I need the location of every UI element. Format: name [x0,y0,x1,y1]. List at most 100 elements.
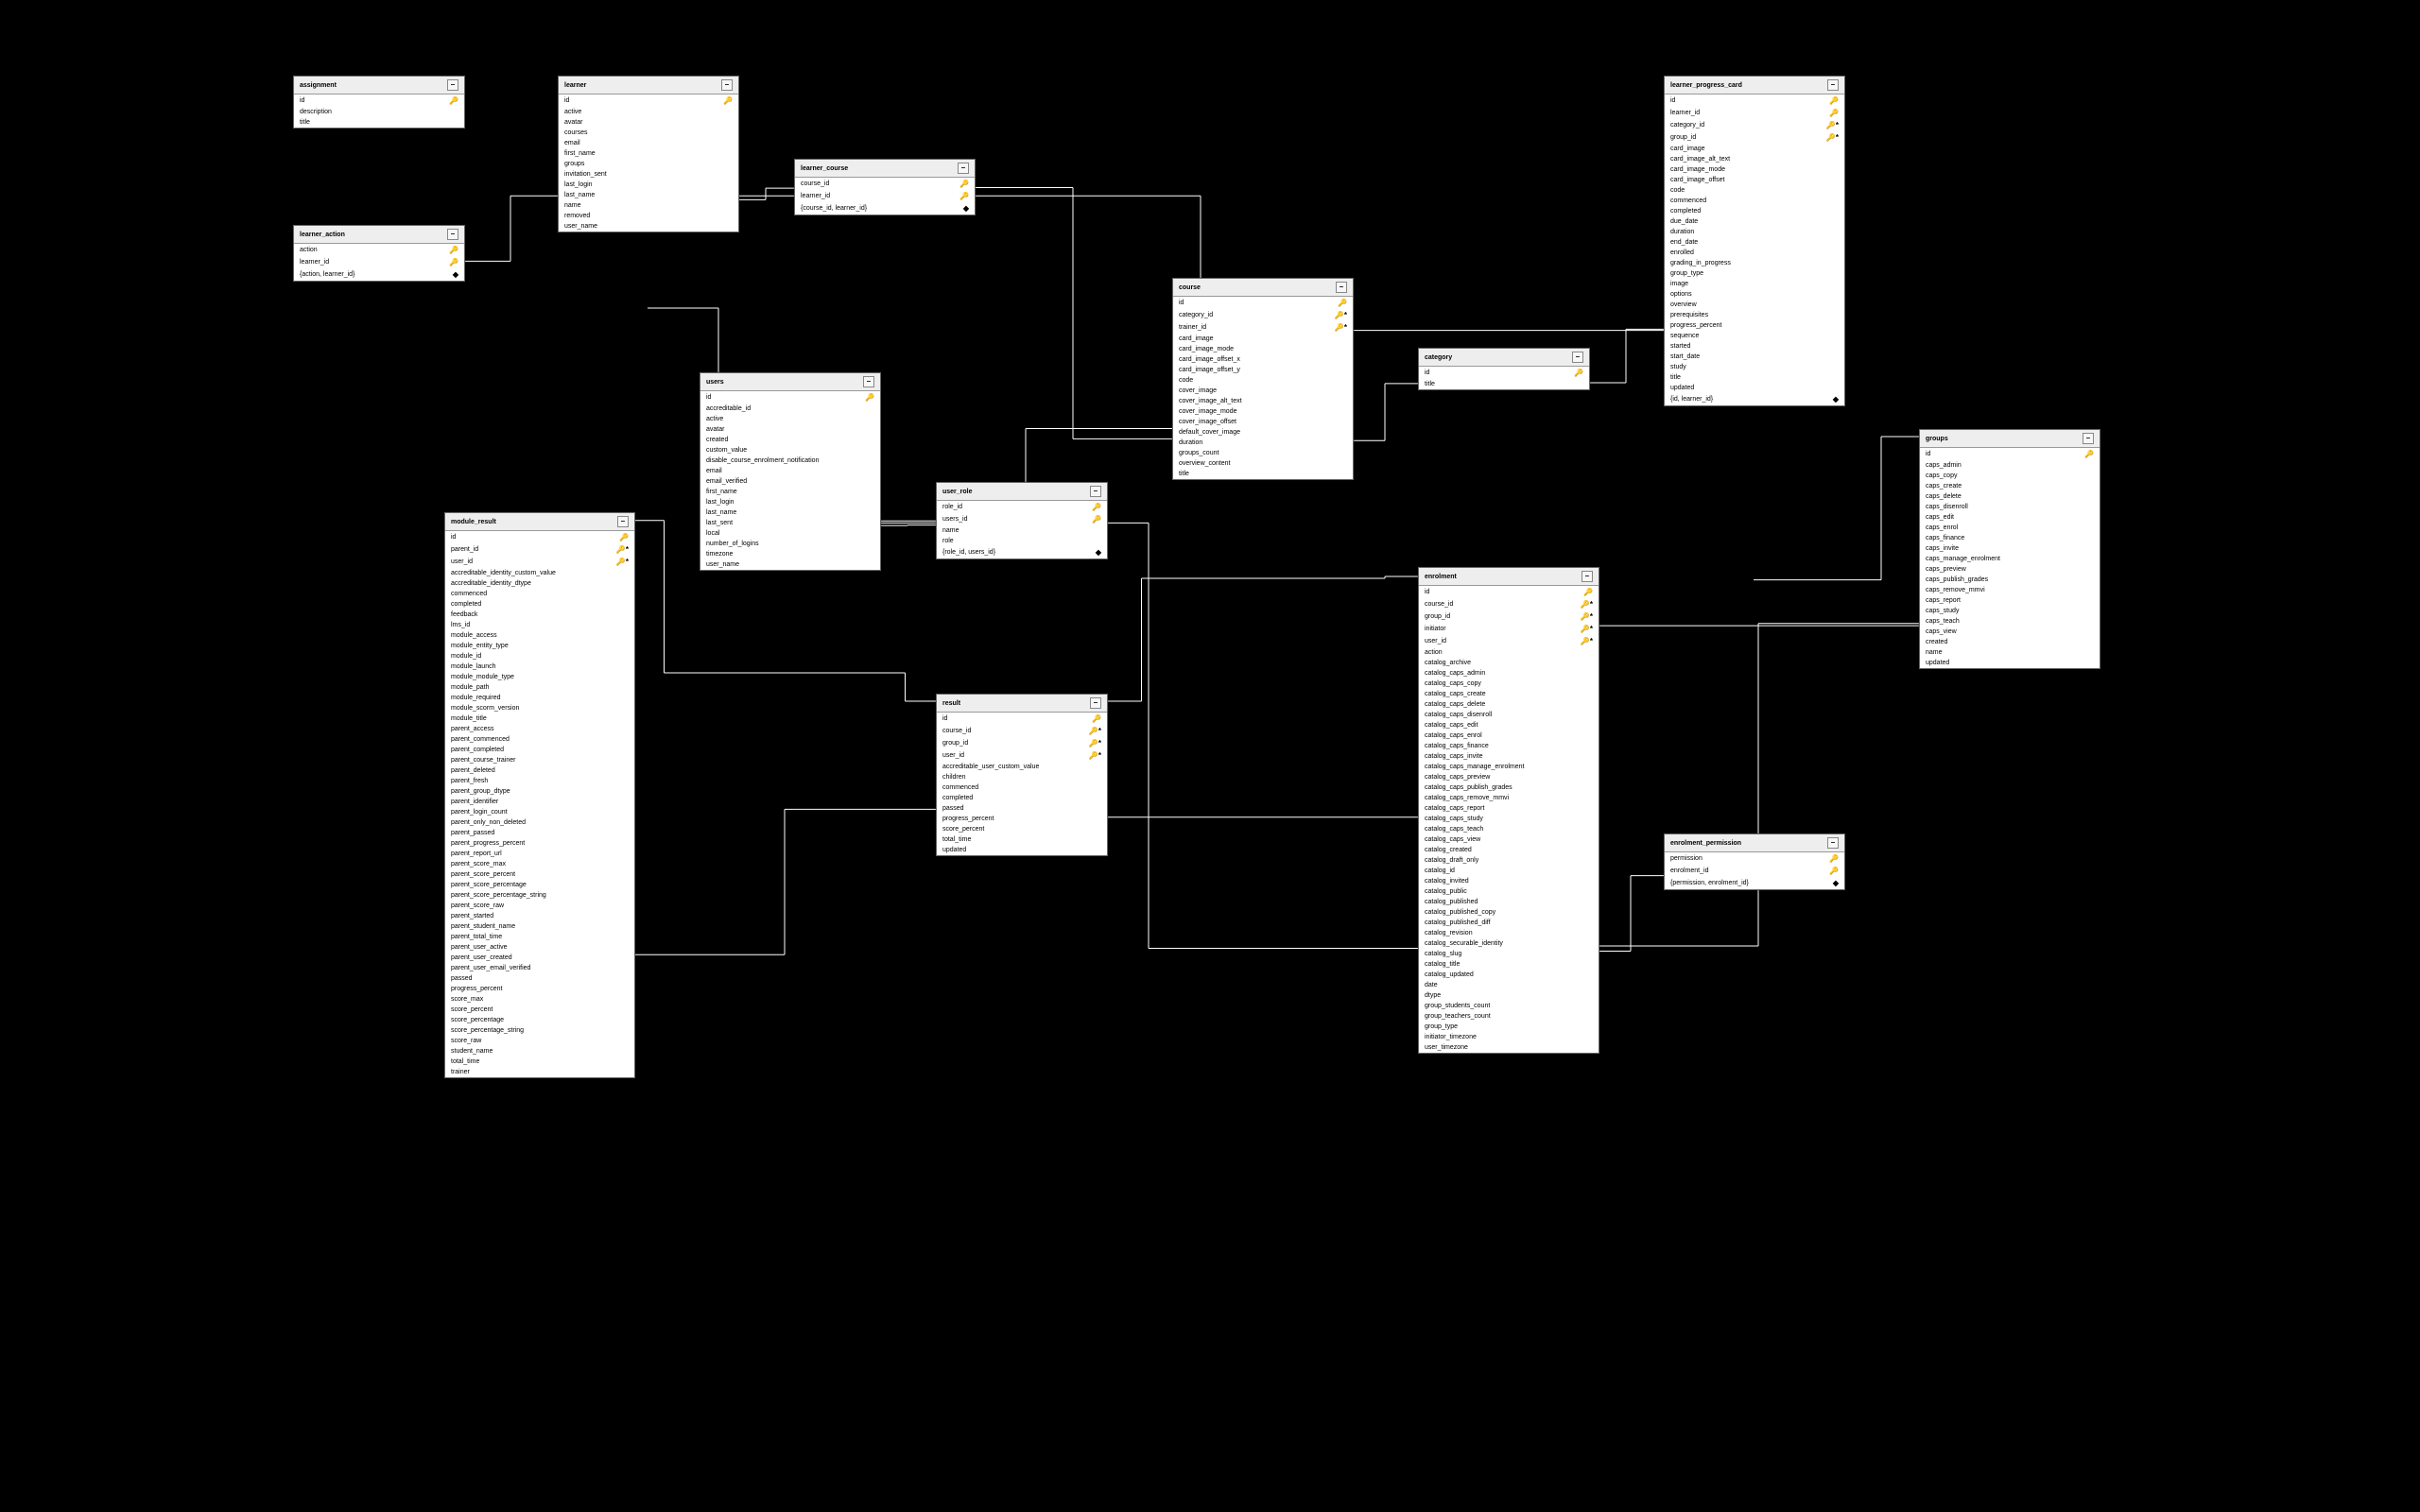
column-row: name [937,525,1107,536]
entity-learner_progress_card[interactable]: learner_progress_card–id🔑learner_id🔑cate… [1664,76,1845,406]
entity-header[interactable]: learner– [559,77,738,94]
entity-header[interactable]: enrolment– [1419,568,1599,586]
entity-header[interactable]: users– [700,373,880,391]
entity-header[interactable]: learner_course– [795,160,975,178]
column-name: parent_score_percentage_string [451,892,615,899]
column-name: caps_admin [1926,462,2081,469]
column-row: commenced [445,589,634,599]
column-name: avatar [564,119,719,126]
column-name: id [1670,97,1825,104]
collapse-icon[interactable]: – [1582,571,1593,582]
entity-header[interactable]: result– [937,695,1107,713]
column-row: id🔑 [1419,367,1589,379]
column-row: parent_login_count [445,807,634,817]
erd-canvas[interactable]: assignment–id🔑descriptiontitle learner_ac… [0,0,2420,1512]
entity-header[interactable]: learner_action– [294,226,464,244]
collapse-icon[interactable]: – [1090,486,1101,497]
entity-assignment[interactable]: assignment–id🔑descriptiontitle [293,76,465,129]
entity-learner_course[interactable]: learner_course–course_id🔑learner_id🔑{cou… [794,159,976,215]
column-row: total_time [937,834,1107,845]
column-row: active [559,107,738,117]
column-row: passed [937,803,1107,814]
entity-learner_action[interactable]: learner_action–action🔑learner_id🔑{action… [293,225,465,282]
column-row: id🔑 [700,391,880,404]
column-name: card_image_offset_x [1179,356,1334,363]
column-row: catalog_public [1419,886,1599,897]
column-row: module_path [445,682,634,693]
column-row: email_verified [700,476,880,487]
entity-module_result[interactable]: module_result–id🔑parent_id🔑*user_id🔑*acc… [444,512,635,1078]
collapse-icon[interactable]: – [721,79,733,91]
column-name: learner_id [300,259,445,266]
column-row: parent_score_percentage_string [445,890,634,901]
entity-header[interactable]: enrolment_permission– [1665,834,1844,852]
collapse-icon[interactable]: – [1827,79,1839,91]
entity-learner[interactable]: learner–id🔑activeavatarcoursesemailfirst… [558,76,739,232]
entity-user_role[interactable]: user_role–role_id🔑users_id🔑namerole{role… [936,482,1108,559]
collapse-icon[interactable]: – [1090,697,1101,709]
column-name: caps_publish_grades [1926,576,2081,583]
column-name: catalog_published_copy [1425,909,1580,916]
column-name: updated [1670,385,1825,391]
column-name: number_of_logins [706,541,861,547]
column-name: catalog_published [1425,899,1580,905]
collapse-icon[interactable]: – [1827,837,1839,849]
column-name: progress_percent [1670,322,1825,329]
column-name: catalog_invited [1425,878,1580,885]
column-name: catalog_public [1425,888,1580,895]
collapse-icon[interactable]: – [958,163,969,174]
entity-header[interactable]: course– [1173,279,1353,297]
column-row: catalog_caps_remove_mmvi [1419,793,1599,803]
entity-groups[interactable]: groups–id🔑caps_admincaps_copycaps_create… [1919,429,2100,669]
column-row: timezone [700,549,880,559]
entity-header[interactable]: learner_progress_card– [1665,77,1844,94]
column-name: progress_percent [451,986,615,992]
column-name: parent_progress_percent [451,840,615,847]
column-row: module_scorm_version [445,703,634,713]
collapse-icon[interactable]: – [447,79,458,91]
column-row: catalog_caps_preview [1419,772,1599,782]
entity-header[interactable]: category– [1419,349,1589,367]
column-row: card_image_offset [1665,175,1844,185]
column-row: updated [1920,658,2100,668]
column-name: {course_id, learner_id} [801,205,956,212]
collapse-icon[interactable]: – [1572,352,1583,363]
column-name: first_name [564,150,719,157]
entity-header[interactable]: groups – [1920,430,2100,448]
entity-header[interactable]: module_result– [445,513,634,531]
pk-icon: 🔑 [956,180,969,188]
entity-enrolment[interactable]: enrolment–id🔑course_id🔑*group_id🔑*initia… [1418,567,1599,1054]
collapse-icon[interactable]: – [863,376,874,387]
column-row: parent_only_non_deleted [445,817,634,828]
entity-result[interactable]: result–id🔑course_id🔑*group_id🔑*user_id🔑*… [936,694,1108,856]
column-row: cover_image_alt_text [1173,396,1353,406]
column-row: progress_percent [937,814,1107,824]
column-row: catalog_published_diff [1419,918,1599,928]
column-row: catalog_caps_invite [1419,751,1599,762]
unique-icon: ◆ [1825,879,1839,887]
column-row: updated [937,845,1107,855]
entity-enrolment_permission[interactable]: enrolment_permission–permission🔑enrolmen… [1664,833,1845,890]
column-name: id [942,715,1088,722]
column-row: catalog_caps_report [1419,803,1599,814]
entity-course[interactable]: course–id🔑category_id🔑*trainer_id🔑*card_… [1172,278,1354,480]
column-row: active [700,414,880,424]
column-name: progress_percent [942,816,1088,822]
column-name: created [1926,639,2081,645]
entity-users[interactable]: users–id🔑accreditable_idactiveavatarcrea… [700,372,881,571]
entity-header[interactable]: assignment– [294,77,464,94]
collapse-icon[interactable]: – [2083,433,2094,444]
column-row: learner_id🔑 [294,256,464,268]
column-row: catalog_caps_copy [1419,679,1599,689]
column-row: code [1665,185,1844,196]
pk-icon: 🔑 [861,393,874,402]
column-name: course_id [942,728,1088,734]
collapse-icon[interactable]: – [617,516,629,527]
entity-title: groups [1926,436,1948,442]
column-name: parent_only_non_deleted [451,819,615,826]
entity-header[interactable]: user_role– [937,483,1107,501]
column-name: cover_image_offset [1179,419,1334,425]
entity-category[interactable]: category–id🔑title [1418,348,1590,390]
collapse-icon[interactable]: – [447,229,458,240]
collapse-icon[interactable]: – [1336,282,1347,293]
